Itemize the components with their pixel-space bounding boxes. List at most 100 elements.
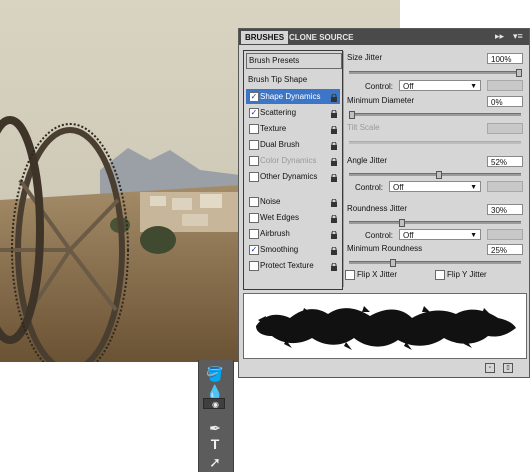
lock-icon[interactable] [330, 140, 338, 150]
lock-icon[interactable] [330, 229, 338, 239]
option-label: Airbrush [260, 229, 290, 238]
minimum-diameter-slider[interactable] [349, 111, 521, 119]
angle-jitter-value[interactable]: 52% [487, 156, 523, 167]
sidebar-item-texture[interactable]: Texture [246, 121, 340, 136]
option-checkbox[interactable] [249, 172, 259, 182]
sidebar-item-wet-edges[interactable]: Wet Edges [246, 210, 340, 225]
tools-panel: 🪣 💧 ◉ ✒ T ➚ [198, 360, 234, 472]
control-select-2[interactable]: Off ▼ [389, 181, 481, 192]
sidebar-item-dual-brush[interactable]: Dual Brush [246, 137, 340, 152]
option-label: Scattering [260, 108, 297, 117]
slider-thumb[interactable] [436, 171, 443, 179]
control-2-extra-field [487, 181, 523, 192]
option-label: Noise [260, 197, 281, 206]
lock-icon[interactable] [330, 124, 338, 134]
tilt-scale-slider [349, 141, 521, 144]
brush-tip-shape-item[interactable]: Brush Tip Shape [246, 73, 340, 87]
angle-jitter-label: Angle Jitter [347, 156, 388, 165]
collapse-icon[interactable]: ▸▸ [495, 31, 504, 42]
option-checkbox[interactable]: ✓ [249, 92, 259, 102]
option-checkbox[interactable] [249, 229, 259, 239]
trash-icon[interactable]: ▯ [503, 363, 513, 373]
brush-presets-button[interactable]: Brush Presets [246, 53, 342, 69]
sidebar-item-shape-dynamics[interactable]: ✓ Shape Dynamics [246, 89, 340, 104]
lock-icon[interactable] [330, 108, 338, 118]
sidebar-item-scattering[interactable]: ✓ Scattering [246, 105, 340, 120]
option-checkbox[interactable]: ✓ [249, 245, 259, 255]
slider-thumb[interactable] [516, 69, 522, 77]
chevron-down-icon: ▼ [470, 184, 477, 191]
sidebar-item-other-dynamics[interactable]: Other Dynamics [246, 169, 340, 184]
size-jitter-label: Size Jitter [347, 53, 383, 62]
size-jitter-value[interactable]: 100% [487, 53, 523, 64]
option-label: Color Dynamics [260, 156, 317, 165]
control-select-1[interactable]: Off ▼ [399, 80, 481, 91]
control-label-3: Control: [365, 231, 394, 240]
roundness-jitter-slider[interactable] [349, 219, 521, 227]
tilt-scale-value [487, 123, 523, 134]
sidebar-item-smoothing[interactable]: ✓ Smoothing [246, 242, 340, 257]
dodge-icon[interactable]: ◉ [203, 398, 225, 409]
option-label: Other Dynamics [260, 172, 318, 181]
lock-icon[interactable] [330, 245, 338, 255]
tab-clone-source[interactable]: CLONE SOURCE [285, 31, 357, 44]
divider [343, 51, 344, 287]
control-select-3[interactable]: Off ▼ [399, 229, 481, 240]
control-label-2: Control: [355, 183, 384, 192]
minimum-roundness-value[interactable]: 25% [487, 244, 523, 255]
slider-thumb[interactable] [398, 219, 405, 227]
sidebar-item-noise[interactable]: Noise [246, 194, 340, 209]
option-checkbox[interactable] [249, 124, 259, 134]
sidebar-item-airbrush[interactable]: Airbrush [246, 226, 340, 241]
option-checkbox[interactable] [249, 261, 259, 271]
option-checkbox[interactable]: ✓ [249, 108, 259, 118]
control-select-2-value: Off [393, 183, 404, 192]
brushes-panel: BRUSHES CLONE SOURCE ▸▸ ▾≡ Brush Presets… [238, 28, 530, 378]
lock-icon[interactable] [330, 92, 338, 102]
tilt-scale-label: Tilt Scale [347, 123, 380, 132]
sidebar-item-protect-texture[interactable]: Protect Texture [246, 258, 340, 273]
option-label: Smoothing [260, 245, 299, 254]
minimum-roundness-label: Minimum Roundness [347, 244, 423, 253]
new-brush-icon[interactable]: ▫ [485, 363, 495, 373]
minimum-diameter-value[interactable]: 0% [487, 96, 523, 107]
option-checkbox[interactable] [249, 197, 259, 207]
control-select-3-value: Off [403, 231, 414, 240]
option-checkbox[interactable] [249, 156, 259, 166]
control-1-extra-field [487, 80, 523, 91]
sidebar-item-color-dynamics[interactable]: Color Dynamics [246, 153, 340, 168]
tab-brushes[interactable]: BRUSHES [241, 31, 289, 44]
slider-thumb[interactable] [349, 111, 355, 119]
control-3-extra-field [487, 229, 523, 240]
minimum-roundness-slider[interactable] [349, 259, 521, 267]
angle-jitter-slider[interactable] [349, 171, 521, 179]
option-label: Wet Edges [260, 213, 299, 222]
control-select-1-value: Off [403, 82, 414, 91]
option-label: Protect Texture [260, 261, 314, 270]
chevron-down-icon: ▼ [470, 232, 477, 239]
option-label: Shape Dynamics [260, 92, 321, 101]
paint-bucket-icon[interactable]: 🪣 [204, 364, 226, 384]
lock-icon[interactable] [330, 156, 338, 166]
panel-menu-icon[interactable]: ▾≡ [513, 31, 523, 42]
option-checkbox[interactable] [249, 140, 259, 150]
brush-stroke-preview [243, 293, 527, 359]
lock-icon[interactable] [330, 213, 338, 223]
path-select-icon[interactable]: ➚ [204, 452, 226, 472]
panel-tab-bar: BRUSHES CLONE SOURCE ▸▸ ▾≡ [239, 29, 529, 45]
control-label-1: Control: [365, 82, 394, 91]
size-jitter-slider[interactable] [349, 69, 522, 77]
option-label: Texture [260, 124, 287, 133]
lock-icon[interactable] [330, 197, 338, 207]
type-tool-icon[interactable]: T [204, 434, 226, 454]
roundness-jitter-value[interactable]: 30% [487, 204, 523, 215]
lock-icon[interactable] [330, 261, 338, 271]
lock-icon[interactable] [330, 172, 338, 182]
flip-x-checkbox[interactable] [345, 270, 355, 280]
flip-y-checkbox[interactable] [435, 270, 445, 280]
flip-y-label: Flip Y Jitter [447, 270, 487, 279]
brush-options-list: Brush Presets Brush Tip Shape ✓ Shape Dyn… [243, 50, 343, 290]
option-label: Dual Brush [260, 140, 300, 149]
slider-thumb[interactable] [390, 259, 396, 267]
option-checkbox[interactable] [249, 213, 259, 223]
